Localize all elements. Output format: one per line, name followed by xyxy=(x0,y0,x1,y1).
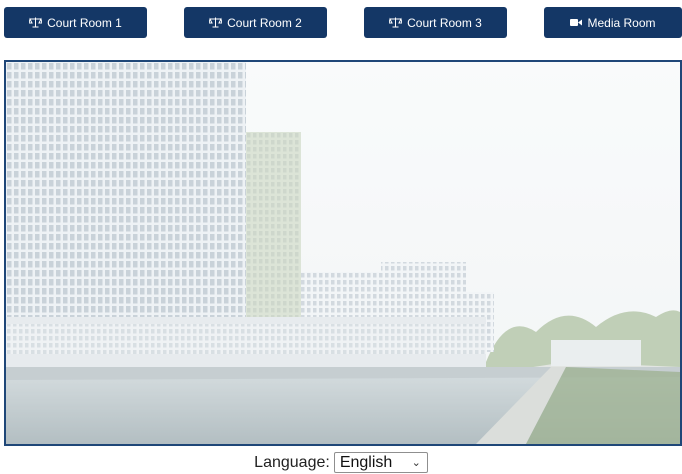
room-navigation: Court Room 1 Court Room 2 Court Room 3 M… xyxy=(0,0,682,46)
chevron-down-icon: ⌄ xyxy=(411,457,421,469)
courtroom-stream-placeholder xyxy=(4,60,682,446)
building-illustration xyxy=(6,62,680,444)
court-room-2-button[interactable]: Court Room 2 xyxy=(184,7,327,38)
language-label: Language: xyxy=(254,453,330,471)
scales-icon xyxy=(389,17,403,28)
court-room-1-button[interactable]: Court Room 1 xyxy=(4,7,147,38)
court-room-2-label: Court Room 2 xyxy=(227,15,302,30)
language-selected-value: English xyxy=(339,453,393,471)
court-room-1-label: Court Room 1 xyxy=(47,15,122,30)
media-room-label: Media Room xyxy=(587,15,656,30)
language-row: Language: English ⌄ xyxy=(0,451,682,474)
scales-icon xyxy=(29,17,43,28)
scales-icon xyxy=(209,17,223,28)
court-room-3-button[interactable]: Court Room 3 xyxy=(364,7,507,38)
media-room-button[interactable]: Media Room xyxy=(544,7,682,38)
language-select[interactable]: English ⌄ xyxy=(333,452,428,473)
video-camera-icon xyxy=(570,18,583,27)
court-room-3-label: Court Room 3 xyxy=(407,15,482,30)
